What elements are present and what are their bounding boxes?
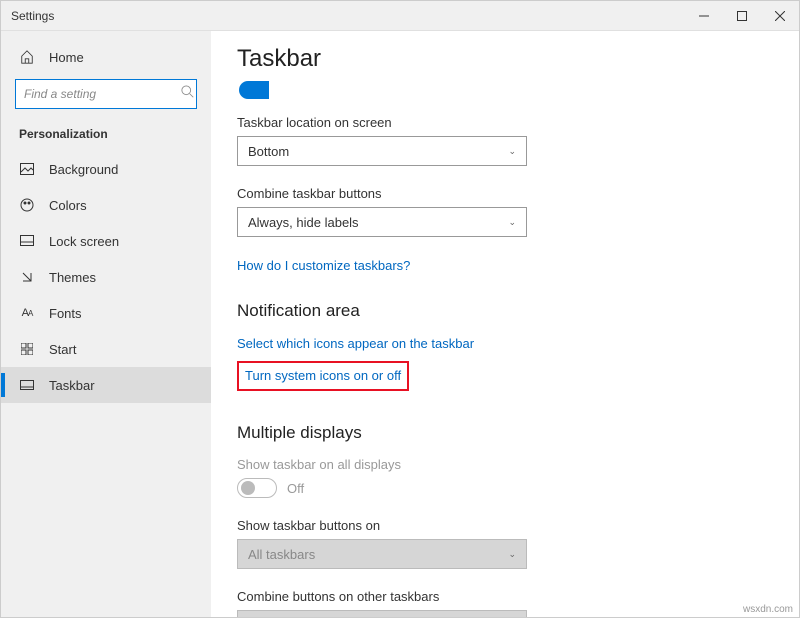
show-taskbar-all-label: Show taskbar on all displays bbox=[237, 457, 767, 472]
dropdown-value: All taskbars bbox=[248, 547, 315, 562]
taskbar-location-label: Taskbar location on screen bbox=[237, 115, 767, 130]
sidebar-item-label: Colors bbox=[49, 198, 87, 213]
start-icon bbox=[19, 341, 35, 357]
sidebar-item-taskbar[interactable]: Taskbar bbox=[1, 367, 211, 403]
highlight-box: Turn system icons on or off bbox=[237, 361, 409, 391]
search-box[interactable] bbox=[15, 79, 197, 109]
combine-buttons-label: Combine taskbar buttons bbox=[237, 186, 767, 201]
watermark: wsxdn.com bbox=[743, 604, 793, 615]
close-button[interactable] bbox=[761, 1, 799, 30]
palette-icon bbox=[19, 197, 35, 213]
minimize-button[interactable] bbox=[685, 1, 723, 30]
dropdown-value: Bottom bbox=[248, 144, 289, 159]
window-controls bbox=[685, 1, 799, 30]
titlebar: Settings bbox=[1, 1, 799, 31]
show-buttons-on-dropdown: All taskbars ⌄ bbox=[237, 539, 527, 569]
sidebar-item-label: Start bbox=[49, 342, 76, 357]
chevron-down-icon: ⌄ bbox=[508, 549, 516, 560]
sidebar-item-themes[interactable]: Themes bbox=[1, 259, 211, 295]
sidebar-item-label: Themes bbox=[49, 270, 96, 285]
taskbar-icon bbox=[19, 377, 35, 393]
notification-area-title: Notification area bbox=[237, 301, 767, 321]
home-label: Home bbox=[49, 50, 84, 65]
system-icons-link[interactable]: Turn system icons on or off bbox=[245, 368, 401, 383]
sidebar-item-label: Lock screen bbox=[49, 234, 119, 249]
sidebar: Home Personalization Background Colors L… bbox=[1, 31, 211, 617]
sidebar-item-label: Background bbox=[49, 162, 118, 177]
home-icon bbox=[19, 49, 35, 65]
themes-icon bbox=[19, 269, 35, 285]
fonts-icon: AA bbox=[19, 305, 35, 321]
combine-other-dropdown: Always, hide labels ⌄ bbox=[237, 610, 527, 617]
combine-other-label: Combine buttons on other taskbars bbox=[237, 589, 767, 604]
chevron-down-icon: ⌄ bbox=[508, 217, 516, 228]
home-nav[interactable]: Home bbox=[1, 43, 211, 79]
page-title: Taskbar bbox=[237, 45, 767, 73]
customize-help-link[interactable]: How do I customize taskbars? bbox=[237, 258, 410, 273]
sidebar-item-label: Fonts bbox=[49, 306, 82, 321]
show-taskbar-all-toggle: Off bbox=[237, 478, 767, 498]
search-icon bbox=[181, 85, 195, 104]
show-buttons-on-label: Show taskbar buttons on bbox=[237, 518, 767, 533]
window-title: Settings bbox=[11, 9, 54, 23]
toggle-icon bbox=[239, 81, 269, 99]
picture-icon bbox=[19, 161, 35, 177]
sidebar-item-label: Taskbar bbox=[49, 378, 95, 393]
partial-toggle-row: Off bbox=[237, 81, 767, 99]
main-content: Taskbar Off Taskbar location on screen B… bbox=[211, 31, 799, 617]
search-input[interactable] bbox=[24, 87, 181, 101]
multiple-displays-title: Multiple displays bbox=[237, 423, 767, 443]
dropdown-value: Always, hide labels bbox=[248, 215, 359, 230]
maximize-button[interactable] bbox=[723, 1, 761, 30]
combine-buttons-dropdown[interactable]: Always, hide labels ⌄ bbox=[237, 207, 527, 237]
toggle-switch bbox=[237, 478, 277, 498]
sidebar-item-background[interactable]: Background bbox=[1, 151, 211, 187]
nav-list: Background Colors Lock screen Themes AA … bbox=[1, 151, 211, 403]
chevron-down-icon: ⌄ bbox=[508, 146, 516, 157]
sidebar-item-start[interactable]: Start bbox=[1, 331, 211, 367]
sidebar-item-fonts[interactable]: AA Fonts bbox=[1, 295, 211, 331]
select-icons-link[interactable]: Select which icons appear on the taskbar bbox=[237, 336, 474, 351]
toggle-state: Off bbox=[287, 481, 304, 496]
lockscreen-icon bbox=[19, 233, 35, 249]
sidebar-item-colors[interactable]: Colors bbox=[1, 187, 211, 223]
sidebar-item-lockscreen[interactable]: Lock screen bbox=[1, 223, 211, 259]
sidebar-header: Personalization bbox=[1, 127, 211, 151]
taskbar-location-dropdown[interactable]: Bottom ⌄ bbox=[237, 136, 527, 166]
